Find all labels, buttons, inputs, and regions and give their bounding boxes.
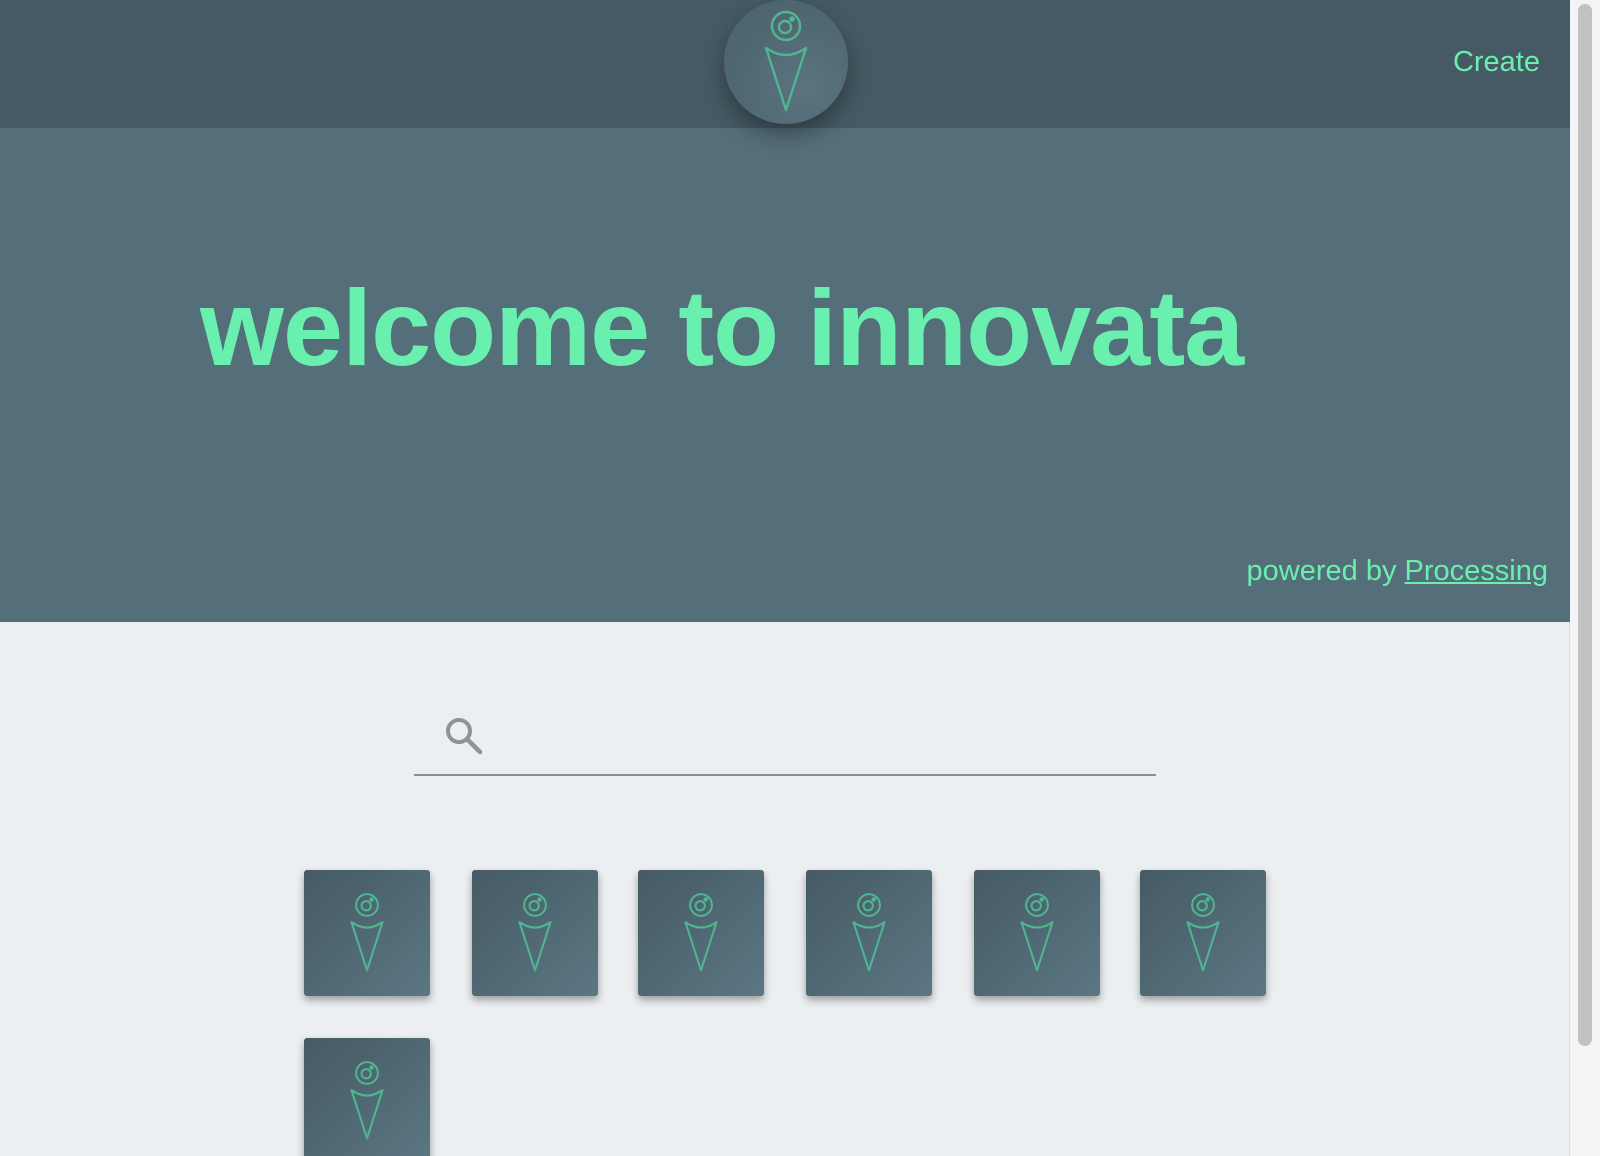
create-button[interactable]: Create	[1453, 46, 1540, 79]
sketch-tile[interactable]	[806, 870, 932, 996]
sketch-tile[interactable]	[304, 870, 430, 996]
hero-banner: welcome to innovata powered by Processin…	[0, 128, 1570, 622]
innovata-cone-logo-icon	[764, 10, 808, 112]
processing-link[interactable]: Processing	[1405, 555, 1548, 587]
innovata-cone-logo-icon	[1020, 893, 1054, 972]
powered-by-text: powered by	[1246, 555, 1405, 587]
innovata-cone-logo-icon	[684, 893, 718, 972]
sketch-tile[interactable]	[472, 870, 598, 996]
innovata-cone-logo-icon	[350, 1061, 384, 1140]
sketch-tile[interactable]	[974, 870, 1100, 996]
home-logo-button[interactable]	[724, 0, 848, 124]
top-bar: Create	[0, 0, 1570, 128]
page: Create welcome to innovata powered by Pr…	[0, 0, 1600, 1156]
vertical-scrollbar[interactable]	[1569, 0, 1600, 1156]
sketch-tile[interactable]	[304, 1038, 430, 1156]
scrollbar-thumb[interactable]	[1578, 4, 1592, 1046]
sketch-tile[interactable]	[638, 870, 764, 996]
innovata-cone-logo-icon	[518, 893, 552, 972]
innovata-cone-logo-icon	[1186, 893, 1220, 972]
search-bar	[414, 700, 1156, 776]
innovata-cone-logo-icon	[852, 893, 886, 972]
powered-by: powered by Processing	[1247, 555, 1548, 588]
innovata-cone-logo-icon	[350, 893, 384, 972]
search-input[interactable]	[500, 712, 1144, 762]
search-icon	[446, 718, 483, 755]
hero-title: welcome to innovata	[200, 267, 1244, 388]
sketch-tile[interactable]	[1140, 870, 1266, 996]
